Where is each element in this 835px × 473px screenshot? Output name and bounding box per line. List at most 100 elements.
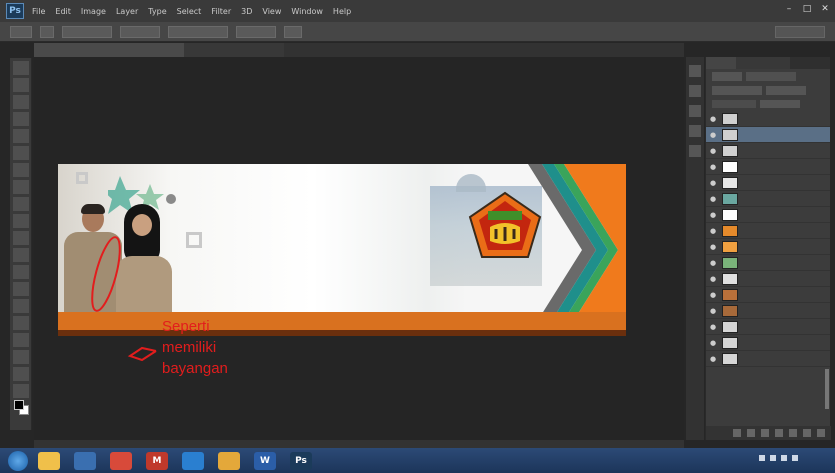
shape-tool-icon[interactable] — [12, 350, 29, 364]
language-icon[interactable] — [792, 455, 798, 461]
folder-icon[interactable] — [218, 451, 240, 470]
visibility-eye-icon[interactable]: ● — [710, 179, 718, 187]
document-tab-inactive[interactable] — [184, 43, 284, 57]
word-icon[interactable]: W — [254, 451, 276, 470]
menu-type[interactable]: Type — [146, 7, 168, 16]
visibility-eye-icon[interactable]: ● — [710, 131, 718, 139]
path-select-tool-icon[interactable] — [12, 333, 29, 347]
photoshop-icon[interactable]: Ps — [290, 451, 312, 470]
visibility-eye-icon[interactable]: ● — [710, 115, 718, 123]
media-icon[interactable] — [74, 451, 96, 470]
hand-tool-icon[interactable] — [12, 367, 29, 381]
layer-row[interactable]: ● — [706, 207, 830, 223]
layer-style-icon[interactable] — [747, 429, 755, 437]
delete-layer-icon[interactable] — [817, 429, 825, 437]
visibility-eye-icon[interactable]: ● — [710, 339, 718, 347]
banner-canvas[interactable] — [58, 164, 626, 336]
layers-scrollbar[interactable] — [825, 369, 829, 409]
type-tool-icon[interactable] — [12, 316, 29, 330]
layer-row[interactable]: ● — [706, 255, 830, 271]
link-layers-icon[interactable] — [733, 429, 741, 437]
tray-arrow-icon[interactable] — [759, 455, 765, 461]
zoom-tool-icon[interactable] — [12, 384, 29, 398]
blur-tool-icon[interactable] — [12, 265, 29, 279]
layer-row[interactable]: ● — [706, 287, 830, 303]
layer-row[interactable]: ● — [706, 159, 830, 175]
workspace-switcher[interactable] — [775, 26, 825, 38]
layer-row[interactable]: ● — [706, 303, 830, 319]
visibility-eye-icon[interactable]: ● — [710, 259, 718, 267]
menu-help[interactable]: Help — [331, 7, 353, 16]
crop-tool-icon[interactable] — [12, 129, 29, 143]
close-button[interactable]: ✕ — [819, 4, 831, 14]
chrome-icon[interactable] — [110, 451, 132, 470]
menu-window[interactable]: Window — [289, 7, 325, 16]
visibility-eye-icon[interactable]: ● — [710, 355, 718, 363]
gmail-icon[interactable]: M — [146, 451, 168, 470]
align-buttons[interactable] — [168, 25, 228, 38]
healing-brush-tool-icon[interactable] — [12, 163, 29, 177]
menu-image[interactable]: Image — [79, 7, 108, 16]
marquee-tool-icon[interactable] — [12, 78, 29, 92]
layer-row[interactable]: ● — [706, 271, 830, 287]
layer-row[interactable]: ● — [706, 239, 830, 255]
minimize-button[interactable]: – — [783, 4, 795, 14]
eyedropper-tool-icon[interactable] — [12, 146, 29, 160]
tab-layers[interactable] — [706, 57, 736, 69]
visibility-eye-icon[interactable]: ● — [710, 307, 718, 315]
clock[interactable] — [803, 451, 829, 465]
history-panel-icon[interactable] — [689, 65, 701, 77]
history-brush-tool-icon[interactable] — [12, 214, 29, 228]
dodge-tool-icon[interactable] — [12, 282, 29, 296]
layer-row[interactable]: ● — [706, 351, 830, 367]
visibility-eye-icon[interactable]: ● — [710, 163, 718, 171]
layer-row[interactable]: ● — [706, 111, 830, 127]
menu-file[interactable]: File — [30, 7, 47, 16]
layer-row[interactable]: ● — [706, 191, 830, 207]
layer-row[interactable]: ● — [706, 143, 830, 159]
new-layer-icon[interactable] — [803, 429, 811, 437]
browser-icon[interactable] — [182, 451, 204, 470]
visibility-eye-icon[interactable]: ● — [710, 227, 718, 235]
eraser-tool-icon[interactable] — [12, 231, 29, 245]
menu-select[interactable]: Select — [175, 7, 204, 16]
move-tool-icon[interactable] — [12, 61, 29, 75]
visibility-eye-icon[interactable]: ● — [710, 291, 718, 299]
visibility-eye-icon[interactable]: ● — [710, 275, 718, 283]
swatches-panel-icon[interactable] — [689, 105, 701, 117]
visibility-eye-icon[interactable]: ● — [710, 195, 718, 203]
visibility-eye-icon[interactable]: ● — [710, 243, 718, 251]
visibility-eye-icon[interactable]: ● — [710, 147, 718, 155]
lasso-tool-icon[interactable] — [12, 95, 29, 109]
maximize-button[interactable]: □ — [801, 4, 813, 14]
opacity-field[interactable] — [766, 85, 806, 95]
paragraph-panel-icon[interactable] — [689, 145, 701, 157]
visibility-eye-icon[interactable]: ● — [710, 323, 718, 331]
layer-row[interactable]: ● — [706, 127, 830, 143]
menu-edit[interactable]: Edit — [53, 7, 73, 16]
move-tool-icon[interactable] — [40, 25, 54, 38]
menu-filter[interactable]: Filter — [209, 7, 233, 16]
document-tab-active[interactable] — [34, 43, 184, 57]
properties-panel-icon[interactable] — [689, 85, 701, 97]
network-icon[interactable] — [770, 455, 776, 461]
tab-channels[interactable] — [736, 57, 766, 69]
pen-tool-icon[interactable] — [12, 299, 29, 313]
character-panel-icon[interactable] — [689, 125, 701, 137]
menu-view[interactable]: View — [260, 7, 283, 16]
tab-paths[interactable] — [766, 57, 790, 69]
quick-select-tool-icon[interactable] — [12, 112, 29, 126]
distribute-buttons[interactable] — [236, 25, 276, 38]
clone-stamp-tool-icon[interactable] — [12, 197, 29, 211]
3d-mode-icon[interactable] — [284, 25, 302, 38]
layer-row[interactable]: ● — [706, 319, 830, 335]
filter-kind-dropdown[interactable] — [712, 71, 742, 81]
auto-select-dropdown[interactable] — [62, 25, 112, 38]
adjustment-layer-icon[interactable] — [775, 429, 783, 437]
filter-icons[interactable] — [746, 71, 796, 81]
menu-layer[interactable]: Layer — [114, 7, 140, 16]
foreground-color-swatch[interactable] — [14, 400, 24, 410]
layer-row[interactable]: ● — [706, 175, 830, 191]
lock-icons[interactable] — [712, 100, 756, 108]
color-swatches[interactable] — [14, 400, 29, 415]
